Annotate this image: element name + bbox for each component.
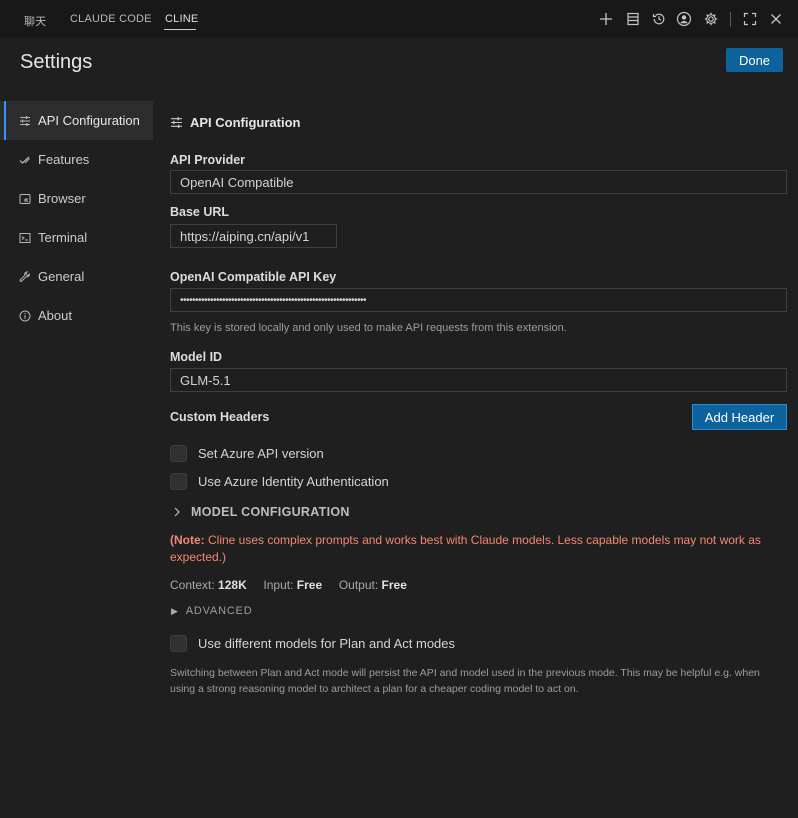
sidebar-item-label: API Configuration xyxy=(38,113,140,128)
plan-act-option[interactable]: Use different models for Plan and Act mo… xyxy=(170,635,455,652)
sidebar-item-general[interactable]: General xyxy=(0,257,153,296)
model-stats: Context: 128K Input: Free Output: Free xyxy=(170,578,407,592)
browser-icon xyxy=(19,193,31,205)
api-key-input[interactable]: ••••••••••••••••••••••••••••••••••••••••… xyxy=(170,288,787,312)
tab-claude-code[interactable]: CLAUDE CODE xyxy=(70,13,152,25)
azure-api-version-option[interactable]: Set Azure API version xyxy=(170,445,324,462)
sidebar-item-features[interactable]: Features xyxy=(0,140,153,179)
model-id-input[interactable]: GLM-5.1 xyxy=(170,368,787,392)
wrench-icon xyxy=(19,270,31,283)
azure-identity-checkbox[interactable] xyxy=(170,473,187,490)
page-title: Settings xyxy=(20,51,93,73)
context-label: Context: xyxy=(170,578,215,592)
note-prefix: (Note: xyxy=(170,533,205,547)
input-price-label: Input: xyxy=(263,578,294,592)
api-key-hint: This key is stored locally and only used… xyxy=(170,322,567,334)
azure-identity-label: Use Azure Identity Authentication xyxy=(198,474,389,489)
plus-icon[interactable] xyxy=(598,11,614,27)
sidebar-item-label: Browser xyxy=(38,191,86,206)
tab-chat[interactable]: 聊天 xyxy=(24,13,46,29)
advanced-label: ADVANCED xyxy=(185,605,253,617)
plan-act-label: Use different models for Plan and Act mo… xyxy=(198,636,456,651)
settings-icon[interactable] xyxy=(703,11,719,27)
done-button[interactable]: Done xyxy=(726,48,783,72)
api-key-label: OpenAI Compatible API Key xyxy=(170,270,337,284)
tab-cline[interactable]: CLINE xyxy=(165,13,198,25)
triangle-right-icon: ▶ xyxy=(171,605,179,616)
sidebar-item-label: Terminal xyxy=(38,230,88,245)
history-list-icon[interactable] xyxy=(625,11,641,27)
note-text: Cline uses complex prompts and works bes… xyxy=(170,533,761,564)
terminal-icon xyxy=(19,232,31,244)
plan-act-checkbox[interactable] xyxy=(170,635,187,652)
section-heading-text: API Configuration xyxy=(190,115,301,130)
base-url-input[interactable]: https://aiping.cn/api/v1 xyxy=(170,224,337,248)
sidebar-item-api-configuration[interactable]: API Configuration xyxy=(0,101,153,140)
model-warning-note: (Note: Cline uses complex prompts and wo… xyxy=(170,532,770,566)
add-header-button[interactable]: Add Header xyxy=(692,404,787,430)
model-id-label: Model ID xyxy=(170,350,223,364)
maximize-icon[interactable] xyxy=(742,11,758,27)
toolbar-divider xyxy=(730,12,731,27)
model-configuration-toggle[interactable]: MODEL CONFIGURATION xyxy=(172,505,350,519)
base-url-label: Base URL xyxy=(170,205,230,219)
sidebar-item-terminal[interactable]: Terminal xyxy=(0,218,153,257)
chevron-right-icon xyxy=(174,507,180,517)
sliders-icon xyxy=(19,115,31,127)
sidebar-item-browser[interactable]: Browser xyxy=(0,179,153,218)
check-icon xyxy=(19,154,31,166)
input-price-value: Free xyxy=(296,578,323,592)
sidebar-item-label: Features xyxy=(38,152,90,167)
azure-identity-option[interactable]: Use Azure Identity Authentication xyxy=(170,473,389,490)
sliders-icon xyxy=(171,117,182,128)
model-configuration-label: MODEL CONFIGURATION xyxy=(191,505,350,519)
custom-headers-label: Custom Headers xyxy=(170,410,270,424)
account-icon[interactable] xyxy=(676,11,692,27)
top-bar: 聊天 CLAUDE CODE CLINE xyxy=(0,0,798,38)
api-provider-label: API Provider xyxy=(170,153,246,167)
history-icon[interactable] xyxy=(651,11,667,27)
sidebar-item-label: General xyxy=(38,269,85,284)
sidebar-item-label: About xyxy=(38,308,72,323)
advanced-toggle[interactable]: ▶ ADVANCED xyxy=(171,605,252,617)
azure-api-version-checkbox[interactable] xyxy=(170,445,187,462)
plan-act-hint: Switching between Plan and Act mode will… xyxy=(170,667,760,695)
context-value: 128K xyxy=(218,578,247,592)
section-heading: API Configuration xyxy=(170,115,301,130)
azure-api-version-label: Set Azure API version xyxy=(198,446,324,461)
close-icon[interactable] xyxy=(768,11,784,27)
info-icon xyxy=(19,310,31,322)
sidebar-item-about[interactable]: About xyxy=(0,296,153,335)
output-price-value: Free xyxy=(381,578,407,592)
active-tab-indicator xyxy=(164,29,196,30)
output-price-label: Output: xyxy=(338,578,379,592)
api-provider-select[interactable]: OpenAI Compatible xyxy=(170,170,787,194)
